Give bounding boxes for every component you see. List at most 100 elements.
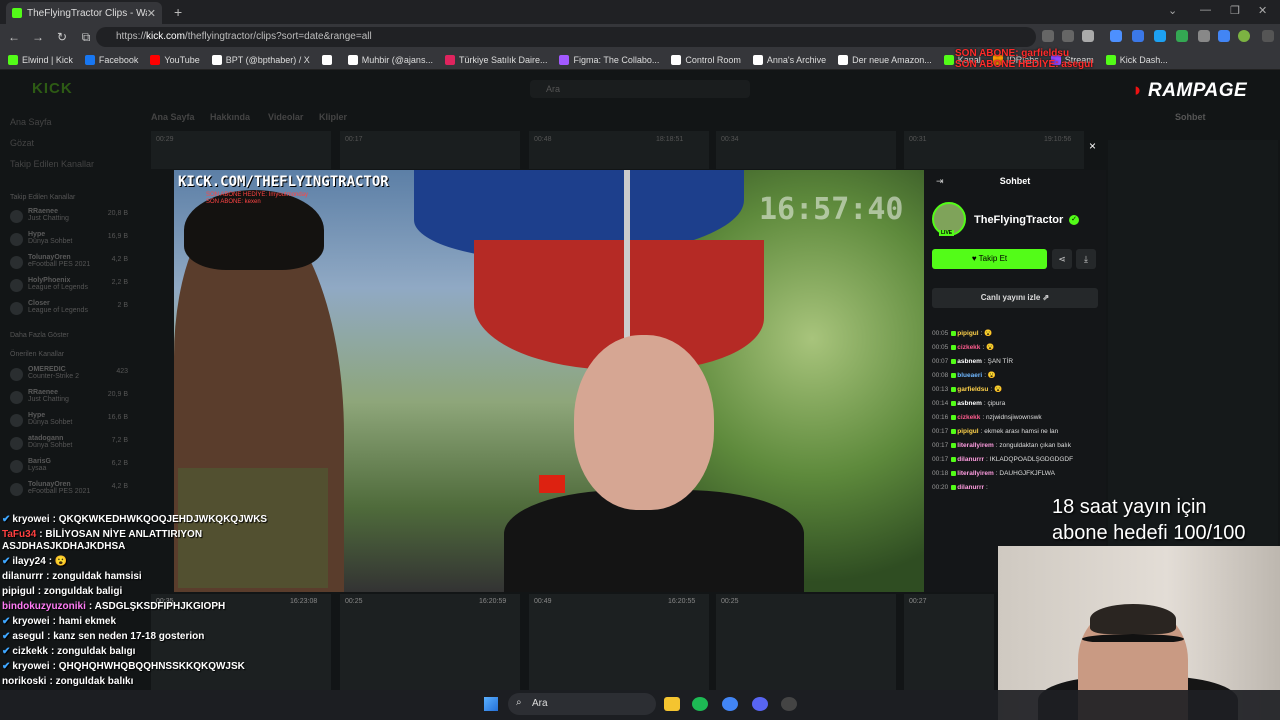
bookmark-star-icon[interactable] [1082, 30, 1094, 42]
spotify-icon[interactable] [692, 697, 708, 711]
sidebar-channel[interactable]: HolyPhoenix League of Legends 2,2 B [10, 277, 140, 292]
chat-username[interactable]: dilanurrr [957, 456, 984, 463]
channel-name[interactable]: TheFlyingTractor [974, 214, 1063, 226]
channel-category: Just Chatting [28, 396, 69, 403]
sidepanel-icon[interactable] [1218, 30, 1230, 42]
kick-search-input[interactable]: Ara [530, 80, 750, 98]
discord-icon[interactable] [752, 697, 768, 711]
modal-close-button[interactable]: × [1089, 139, 1096, 153]
sidebar-channel[interactable]: BarisG Lysaa 6,2 B [10, 458, 140, 473]
file-explorer-icon[interactable] [664, 697, 680, 711]
chat-username[interactable]: asbnem [957, 358, 982, 365]
clip-thumbnail[interactable] [340, 131, 520, 169]
tab-home[interactable]: Ana Sayfa [151, 112, 195, 122]
bookmark-item[interactable]: Der neue Amazon... [838, 54, 932, 65]
chrome-icon[interactable] [722, 697, 738, 711]
address-bar[interactable]: https://kick.com/theflyingtractor/clips?… [96, 27, 1036, 47]
follow-button[interactable]: ♥ Takip Et [932, 249, 1047, 269]
minimize-icon[interactable]: — [1200, 4, 1211, 16]
chat-timestamp: 00:17 [932, 456, 949, 463]
nav-home[interactable]: Ana Sayfa [10, 117, 52, 127]
chat-timestamp: 00:16 [932, 414, 949, 421]
bookmark-item[interactable] [321, 54, 336, 65]
browser-tab[interactable]: TheFlyingTractor Clips - Wa ✕ [6, 2, 162, 24]
clip-thumbnail[interactable] [529, 594, 709, 690]
nav-following[interactable]: Takip Edilen Kanallar [10, 159, 94, 169]
extension-b-icon[interactable] [1132, 30, 1144, 42]
bookmark-item[interactable]: Control Room [671, 54, 741, 65]
bookmark-item[interactable]: YouTube [150, 54, 200, 65]
watch-live-button[interactable]: Canlı yayını izle ⇗ [932, 288, 1098, 308]
chat-username[interactable]: asbnem [957, 400, 982, 407]
profile-avatar[interactable] [1238, 30, 1250, 42]
share-icon[interactable] [1062, 30, 1074, 42]
overlay-chat-username: kryowei [12, 514, 50, 525]
maximize-icon[interactable]: ❐ [1230, 4, 1240, 17]
show-more-link[interactable]: Daha Fazla Göster [10, 332, 140, 339]
windows-start-icon[interactable] [484, 697, 498, 711]
kick-logo[interactable]: KICK [32, 80, 73, 97]
sidebar-channel[interactable]: RRaenee Just Chatting 20,8 B [10, 208, 140, 223]
extension-icon[interactable]: ⧉ [76, 30, 96, 45]
clip-thumbnail[interactable] [904, 594, 994, 690]
chat-text: ŞAN TİR [987, 358, 1014, 365]
new-tab-button[interactable]: + [174, 4, 182, 20]
sidebar-channel[interactable]: TolunayOren eFootball PES 2021 4,2 B [10, 254, 140, 269]
url-host: kick.com [146, 31, 185, 42]
bookmark-item[interactable]: BPT (@bpthaber) / X [211, 54, 310, 65]
tab-clips[interactable]: Klipler [319, 112, 347, 122]
tab-about[interactable]: Hakkında [210, 112, 250, 122]
puzzle-icon[interactable] [1198, 30, 1210, 42]
sidebar-channel[interactable]: TolunayOren eFootball PES 2021 4,2 B [10, 481, 140, 496]
bookmark-item[interactable]: Elwind | Kick [8, 54, 73, 65]
menu-icon[interactable] [1262, 30, 1274, 42]
bookmark-item[interactable]: Facebook [84, 54, 138, 65]
bookmark-item[interactable]: Kick Dash... [1105, 54, 1168, 65]
bookmark-item[interactable]: Muhbir (@ajans... [347, 54, 433, 65]
obs-icon[interactable] [781, 697, 797, 711]
clip-thumbnail[interactable] [340, 594, 520, 690]
taskbar-search[interactable]: Ara [508, 693, 656, 715]
clip-thumbnail[interactable] [716, 131, 896, 169]
chat-username[interactable]: garfieldsu [957, 386, 988, 393]
extension-c-icon[interactable] [1154, 30, 1166, 42]
tab-search-icon[interactable]: ⌄ [1168, 4, 1177, 17]
close-window-icon[interactable]: ✕ [1258, 4, 1267, 17]
share-icon[interactable]: ⋖ [1052, 249, 1072, 269]
sidebar-channel[interactable]: Hype Dünya Sohbet 16,6 B [10, 412, 140, 427]
overlay-chat-username: bindokuzyuzoniki [2, 601, 86, 612]
chat-username[interactable]: literallyirem [957, 470, 994, 477]
sidebar-channel[interactable]: RRaenee Just Chatting 20,9 B [10, 389, 140, 404]
back-icon[interactable]: ← [4, 30, 24, 44]
chat-username[interactable]: pipigul [957, 428, 978, 435]
tab-videos[interactable]: Videolar [268, 112, 303, 122]
sidebar-channel[interactable]: Hype Dünya Sohbet 16,9 B [10, 231, 140, 246]
sidebar-channel[interactable]: Closer League of Legends 2 B [10, 300, 140, 315]
clip-thumbnail[interactable] [151, 131, 331, 169]
nav-browse[interactable]: Gözat [10, 138, 34, 148]
sidebar-channel[interactable]: atadogann Dünya Sohbet 7,2 B [10, 435, 140, 450]
chat-username[interactable]: dilanurrr [957, 484, 984, 491]
chat-username[interactable]: cizkekk [957, 414, 980, 421]
chat-username[interactable]: blueaeri [957, 372, 982, 379]
reload-icon[interactable]: ↻ [52, 30, 72, 44]
download-icon[interactable]: ⤓ [1076, 249, 1096, 269]
forward-icon[interactable]: → [28, 30, 48, 44]
bookmark-item[interactable]: Türkiye Satılık Daire... [444, 54, 547, 65]
chat-username[interactable]: literallyirem [957, 442, 994, 449]
bookmark-item[interactable]: Anna's Archive [752, 54, 826, 65]
zoom-icon[interactable] [1042, 30, 1054, 42]
overlay-chat-text: QKQKWKEDHWKQOQJEHDJWKQKQJWKS [58, 514, 268, 525]
chat-text: nzjwidnsjiwownswk [986, 414, 1042, 421]
sidebar-channel[interactable]: OMEREDIC Counter-Strike 2 423 [10, 366, 140, 381]
badge-icon: ✔ [2, 661, 11, 672]
clip-thumbnail[interactable] [716, 594, 896, 690]
chat-username[interactable]: pipigul [957, 330, 978, 337]
clip-duration: 00:25 [721, 598, 739, 605]
chat-username[interactable]: cizkekk [957, 344, 980, 351]
tab-close-icon[interactable]: ✕ [147, 7, 156, 20]
extension-a-icon[interactable] [1110, 30, 1122, 42]
headset-icon [1082, 634, 1184, 644]
extension-d-icon[interactable] [1176, 30, 1188, 42]
bookmark-item[interactable]: Figma: The Collabo... [559, 54, 659, 65]
